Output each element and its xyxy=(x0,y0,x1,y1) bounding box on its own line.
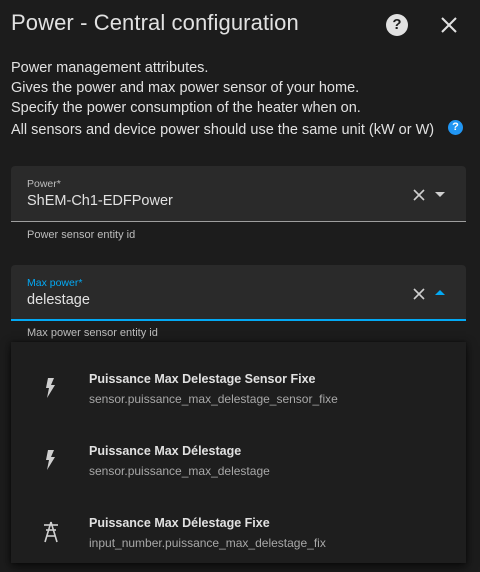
clear-icon[interactable] xyxy=(412,287,426,301)
power-field[interactable]: Power* ShEM-Ch1-EDFPower xyxy=(11,166,466,222)
clear-icon[interactable] xyxy=(412,188,426,202)
max-power-field-label: Max power* xyxy=(27,277,83,289)
max-power-field-value[interactable]: delestage xyxy=(27,292,90,308)
description-line: Gives the power and max power sensor of … xyxy=(11,80,360,96)
description-line: All sensors and device power should use … xyxy=(11,122,435,138)
max-power-field-helper: Max power sensor entity id xyxy=(27,327,158,339)
power-field-value[interactable]: ShEM-Ch1-EDFPower xyxy=(27,193,173,209)
info-icon[interactable]: ? xyxy=(448,120,463,135)
flash-icon xyxy=(46,450,55,470)
option-entity: sensor.puissance_max_delestage_sensor_fi… xyxy=(89,392,338,406)
entity-dropdown: Puissance Max Delestage Sensor Fixe sens… xyxy=(11,342,466,563)
close-icon[interactable] xyxy=(438,14,460,36)
dropdown-option[interactable]: Puissance Max Delestage Sensor Fixe sens… xyxy=(11,358,466,428)
help-icon[interactable]: ? xyxy=(386,14,408,36)
dialog-title: Power - Central configuration xyxy=(11,10,299,35)
option-title: Puissance Max Delestage Sensor Fixe xyxy=(89,372,316,386)
power-field-label: Power* xyxy=(27,178,61,190)
option-title: Puissance Max Délestage xyxy=(89,444,242,458)
transmission-tower-icon xyxy=(44,521,58,543)
dropdown-option[interactable]: Puissance Max Délestage Fixe input_numbe… xyxy=(11,502,466,572)
power-field-helper: Power sensor entity id xyxy=(27,229,136,241)
dialog-description: Power management attributes. Gives the p… xyxy=(11,58,471,140)
menu-down-icon[interactable] xyxy=(435,190,445,198)
option-entity: input_number.puissance_max_delestage_fix xyxy=(89,536,326,550)
max-power-field[interactable]: Max power* delestage xyxy=(11,265,466,321)
menu-up-icon[interactable] xyxy=(435,289,445,297)
flash-icon xyxy=(46,378,55,398)
description-line: Power management attributes. xyxy=(11,60,209,76)
dropdown-option[interactable]: Puissance Max Délestage sensor.puissance… xyxy=(11,430,466,500)
option-title: Puissance Max Délestage Fixe xyxy=(89,516,270,530)
description-line: Specify the power consumption of the hea… xyxy=(11,100,361,116)
dialog-header: Power - Central configuration ? xyxy=(0,0,480,50)
option-entity: sensor.puissance_max_delestage xyxy=(89,464,270,478)
